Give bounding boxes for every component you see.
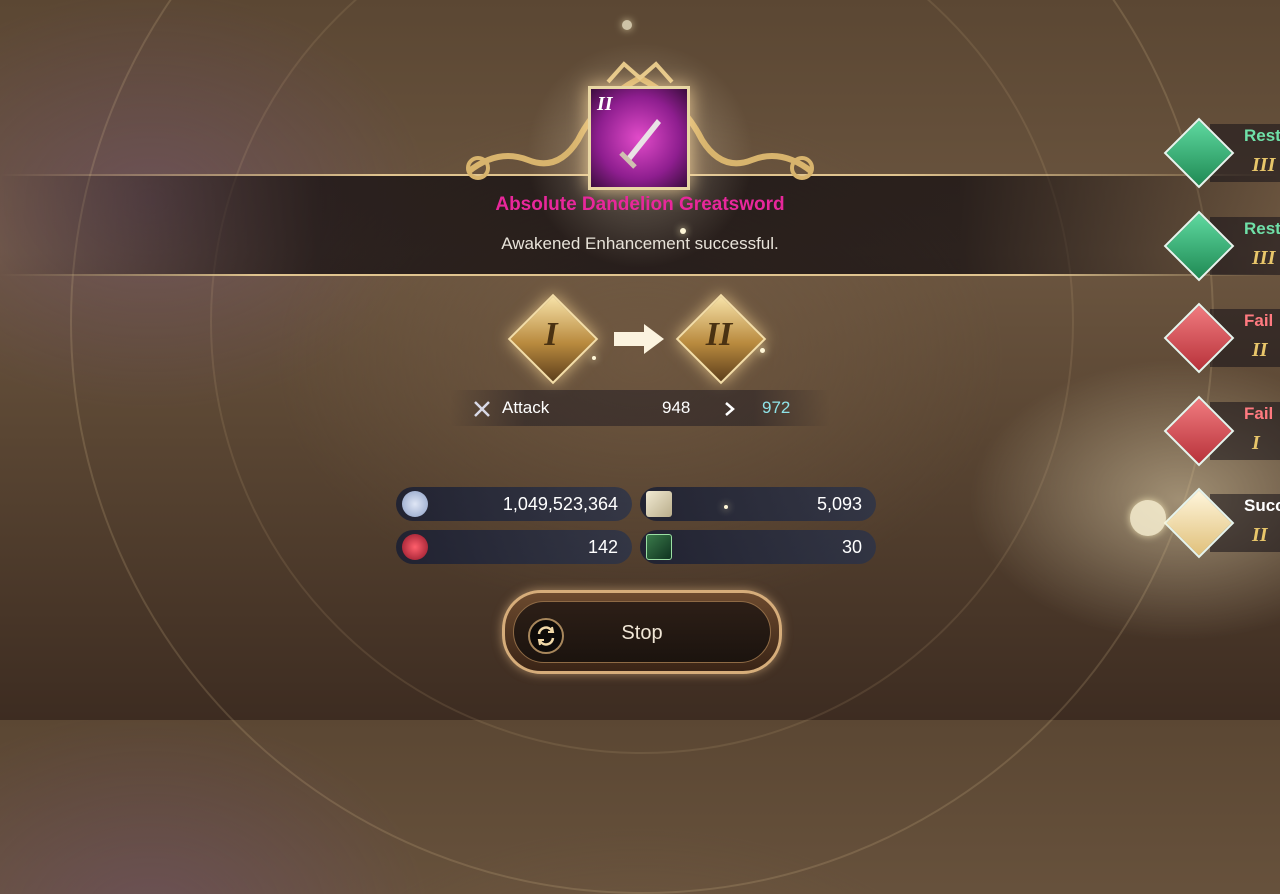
stat-name: Attack: [502, 398, 550, 417]
result-message: Awakened Enhancement successful.: [501, 234, 779, 253]
history-status: Rest: [1244, 219, 1280, 238]
stat-old-value: 948: [662, 398, 691, 417]
resource-value: 5,093: [816, 494, 862, 514]
sparkle-effect: [622, 20, 632, 30]
resource-value: 142: [587, 537, 618, 557]
chevron-right-icon: [725, 402, 735, 416]
item-icon-frame: II: [588, 86, 690, 190]
red-crystal-icon: [402, 534, 428, 560]
history-entry: Fail II: [1163, 302, 1280, 374]
resource-green-tome: 30: [640, 530, 876, 564]
item-name: Absolute Dandelion Greatsword: [495, 194, 785, 215]
resource-value: 30: [841, 537, 862, 557]
resource-value: 1,049,523,364: [502, 494, 618, 514]
history-level: II: [1252, 524, 1268, 546]
stop-button-label: Stop: [621, 622, 663, 644]
resource-silver: 1,049,523,364: [396, 487, 632, 521]
silver-coin-icon: [402, 491, 428, 517]
history-level: I: [1252, 432, 1260, 454]
history-status: Rest: [1244, 126, 1280, 145]
sparkle-effect: [1130, 500, 1166, 536]
stat-row: Attack 948 972: [450, 390, 830, 426]
to-level-label: II: [705, 316, 733, 353]
stop-button[interactable]: Stop: [502, 590, 782, 674]
stop-button-inner: Stop: [513, 601, 771, 663]
history-status: Succ: [1244, 496, 1280, 515]
history-level: III: [1252, 247, 1276, 269]
history-status: Fail: [1244, 404, 1274, 423]
sparkle-effect: [592, 356, 596, 360]
stat-new-value: 972: [762, 398, 791, 417]
history-entry: Succ II: [1163, 487, 1280, 559]
history-level: II: [1252, 339, 1268, 361]
sparkle-effect: [680, 228, 686, 234]
resource-red-crystal: 142: [396, 530, 632, 564]
sparkle-effect: [724, 505, 728, 509]
history-status: Fail: [1244, 311, 1274, 330]
history-level: III: [1252, 154, 1276, 176]
banner-bottom-line: [0, 274, 1280, 276]
history-entry: Rest III: [1163, 210, 1280, 282]
resource-scroll: 5,093: [640, 487, 876, 521]
scroll-icon: [646, 491, 672, 517]
green-tome-icon: [646, 534, 672, 560]
greatsword-icon: [619, 119, 661, 169]
history-entry: Rest III: [1163, 117, 1280, 189]
history-entry: Fail I: [1163, 395, 1280, 467]
arrow-right-icon: [614, 324, 664, 354]
crossed-swords-icon: [474, 401, 490, 417]
from-level-label: I: [544, 316, 558, 353]
sparkle-effect: [760, 348, 765, 353]
